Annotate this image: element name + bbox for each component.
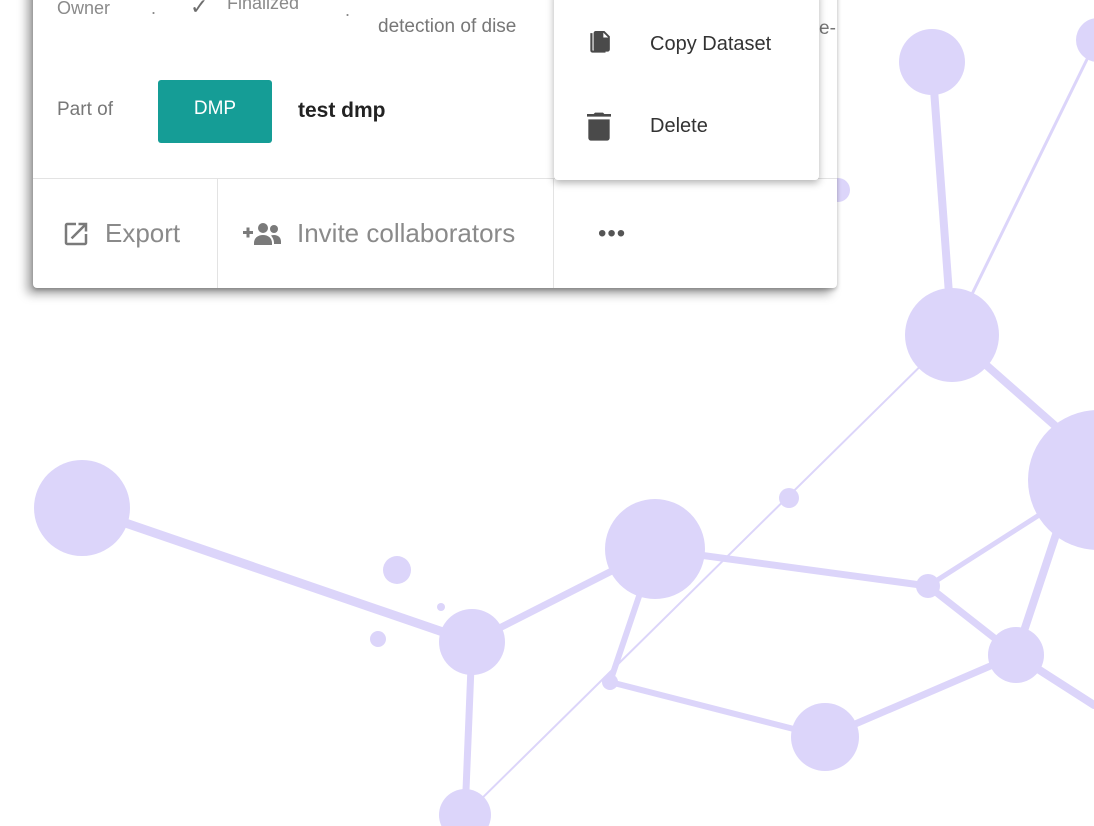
menu-item-delete[interactable]: Delete [554,96,819,156]
menu-item-copy-dataset[interactable]: Copy Dataset [554,14,819,74]
menu-item-label: Copy Dataset [650,32,772,55]
export-button[interactable]: Export [61,179,180,288]
more-horiz-icon: ••• [598,219,627,247]
dataset-description: detection of dise [378,16,517,37]
menu-item-label: Delete [650,114,708,137]
description-tail: e- [819,18,836,39]
more-options-button[interactable]: ••• [598,179,626,288]
divider [553,179,554,288]
open-in-new-icon [64,222,88,245]
status-finalized: Finalized [227,0,300,13]
export-label: Export [105,218,181,248]
card-actions: Export Invite collaborators ••• [33,179,837,288]
part-of-label: Part of [57,99,113,120]
separator-dot: . [151,0,157,18]
invite-label: Invite collaborators [297,218,516,248]
group-add-icon [243,222,281,245]
dmp-name-link[interactable]: test dmp [298,99,386,123]
more-options-menu: Copy Dataset Delete [554,0,819,180]
copy-icon [586,29,612,59]
check-icon: ✓ [190,0,209,19]
dmp-badge: DMP [158,80,272,143]
invite-collaborators-button[interactable]: Invite collaborators [243,179,515,288]
owner-role: Owner [57,0,111,18]
divider [217,179,218,288]
delete-icon [586,111,612,141]
separator-dot: . [345,0,351,20]
